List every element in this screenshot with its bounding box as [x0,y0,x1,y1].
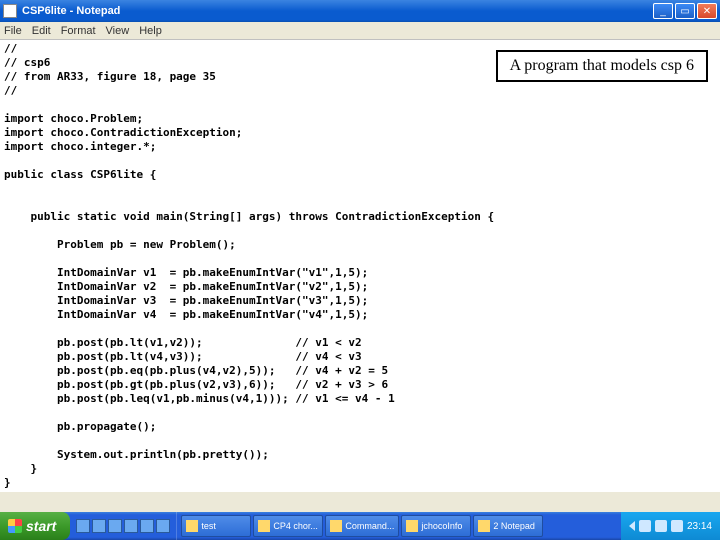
windows-logo-icon [8,519,22,533]
notepad-icon [3,4,17,18]
task-label: 2 Notepad [493,521,535,531]
annotation-label: A program that models csp 6 [496,50,708,82]
tray-expand-icon[interactable] [629,521,635,531]
task-button[interactable]: jchocoInfo [401,515,471,537]
app-icon [406,520,418,532]
quick-launch-icon[interactable] [140,519,154,533]
editor-area[interactable]: // // csp6 // from AR33, figure 18, page… [0,40,720,492]
tray-icon[interactable] [639,520,651,532]
quick-launch-icon[interactable] [156,519,170,533]
task-label: jchocoInfo [421,521,462,531]
minimize-button[interactable]: _ [653,3,673,19]
window-titlebar: CSP6lite - Notepad _ ▭ ✕ [0,0,720,22]
folder-icon [186,520,198,532]
maximize-button[interactable]: ▭ [675,3,695,19]
task-buttons: test CP4 chor... Command... jchocoInfo 2… [177,512,621,540]
close-button[interactable]: ✕ [697,3,717,19]
menu-format[interactable]: Format [61,25,96,37]
menu-edit[interactable]: Edit [32,25,51,37]
menu-bar: File Edit Format View Help [0,22,720,40]
task-button[interactable]: CP4 chor... [253,515,323,537]
menu-view[interactable]: View [106,25,130,37]
quick-launch-icon[interactable] [76,519,90,533]
task-button[interactable]: Command... [325,515,399,537]
cmd-icon [330,520,342,532]
menu-file[interactable]: File [4,25,22,37]
task-label: CP4 chor... [273,521,318,531]
menu-help[interactable]: Help [139,25,162,37]
task-button[interactable]: 2 Notepad [473,515,543,537]
clock[interactable]: 23:14 [687,521,712,532]
quick-launch-icon[interactable] [92,519,106,533]
taskbar: start test CP4 chor... Command... jchoco… [0,512,720,540]
tray-icon[interactable] [671,520,683,532]
quick-launch-icon[interactable] [108,519,122,533]
quick-launch-icon[interactable] [124,519,138,533]
task-label: Command... [345,521,394,531]
start-button[interactable]: start [0,512,70,540]
app-icon [258,520,270,532]
task-button[interactable]: test [181,515,251,537]
window-title: CSP6lite - Notepad [22,5,653,17]
quick-launch [70,512,177,540]
system-tray: 23:14 [621,512,720,540]
notepad-icon [478,520,490,532]
tray-icon[interactable] [655,520,667,532]
task-label: test [201,521,216,531]
start-label: start [26,518,56,534]
